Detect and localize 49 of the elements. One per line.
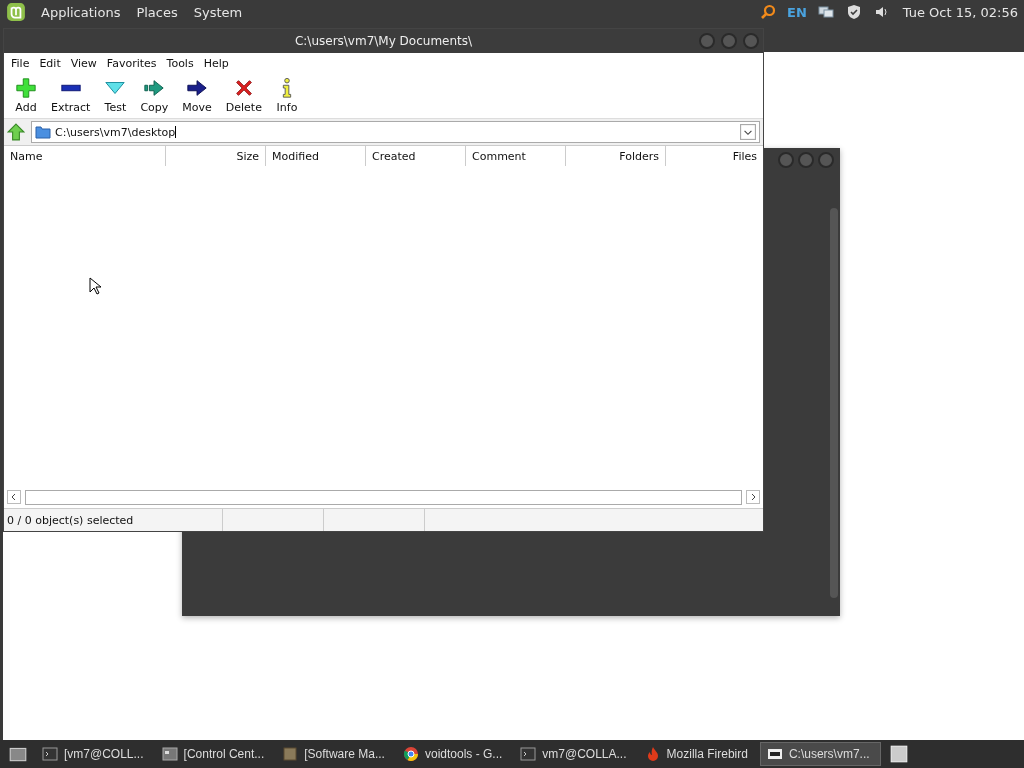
panel-menu[interactable]: Places xyxy=(129,4,185,20)
folder-icon xyxy=(35,125,51,139)
terminal-icon xyxy=(42,746,58,762)
taskbar-button[interactable]: vm7@COLLA... xyxy=(514,742,637,766)
menu-item[interactable]: Favorites xyxy=(101,57,162,70)
status-text: 0 / 0 object(s) selected xyxy=(4,509,223,531)
network-icon[interactable] xyxy=(817,4,834,20)
taskbar-button[interactable]: [Control Cent... xyxy=(155,742,275,766)
taskbar-button[interactable]: Mozilla Firebird xyxy=(638,742,758,766)
window-title: C:\users\vm7\My Documents\ xyxy=(294,34,473,48)
volume-icon[interactable] xyxy=(873,4,890,20)
terminal-icon xyxy=(520,746,537,762)
toolbar-button[interactable]: Extract xyxy=(44,76,98,114)
plus-icon xyxy=(15,76,37,99)
mouse-cursor-icon xyxy=(89,277,101,295)
toolbar-button[interactable]: Move xyxy=(175,76,219,114)
up-arrow-icon[interactable] xyxy=(7,123,25,141)
menu-item[interactable]: File xyxy=(6,57,35,70)
toolbar-button[interactable]: Info xyxy=(268,76,305,114)
taskbar-button[interactable]: C:\users\vm7... xyxy=(759,742,881,766)
menu-item[interactable]: Tools xyxy=(161,57,199,70)
panel-menu[interactable]: Applications xyxy=(34,4,128,20)
toolbar-button[interactable]: Add xyxy=(8,76,44,114)
dropdown-button[interactable] xyxy=(740,124,756,140)
column-header[interactable]: Files xyxy=(666,146,763,166)
browser-icon xyxy=(402,746,419,762)
box-icon xyxy=(282,746,299,762)
search-icon[interactable] xyxy=(760,4,776,20)
scroll-left-button[interactable] xyxy=(7,490,21,504)
scroll-right-button[interactable] xyxy=(746,490,760,504)
workspace-switcher-icon[interactable] xyxy=(888,744,909,764)
archive-icon xyxy=(766,746,783,762)
toolbar-button[interactable]: Test xyxy=(97,76,134,114)
keyboard-layout[interactable]: EN xyxy=(787,4,807,20)
menu-item[interactable]: Help xyxy=(198,57,234,70)
mint-logo-icon[interactable] xyxy=(6,2,26,22)
menu-item[interactable]: View xyxy=(65,57,102,70)
taskbar-button[interactable]: [Software Ma... xyxy=(276,742,395,766)
panel-menu[interactable]: System xyxy=(186,4,250,20)
taskbar-button[interactable]: voidtools - G... xyxy=(396,742,513,766)
clock[interactable]: Tue Oct 15, 02:56 xyxy=(902,4,1018,20)
taskbar-button[interactable]: [vm7@COLL... xyxy=(36,742,154,766)
scrollbar[interactable] xyxy=(830,208,838,598)
address-field[interactable]: C:\users\vm7\desktop xyxy=(31,121,760,143)
toolbar-button[interactable]: Delete xyxy=(218,76,269,114)
toolbar-button[interactable]: Copy xyxy=(133,76,176,114)
menu-item[interactable]: Edit xyxy=(34,57,66,70)
shield-icon[interactable] xyxy=(845,4,862,20)
panel-icon xyxy=(161,746,178,762)
